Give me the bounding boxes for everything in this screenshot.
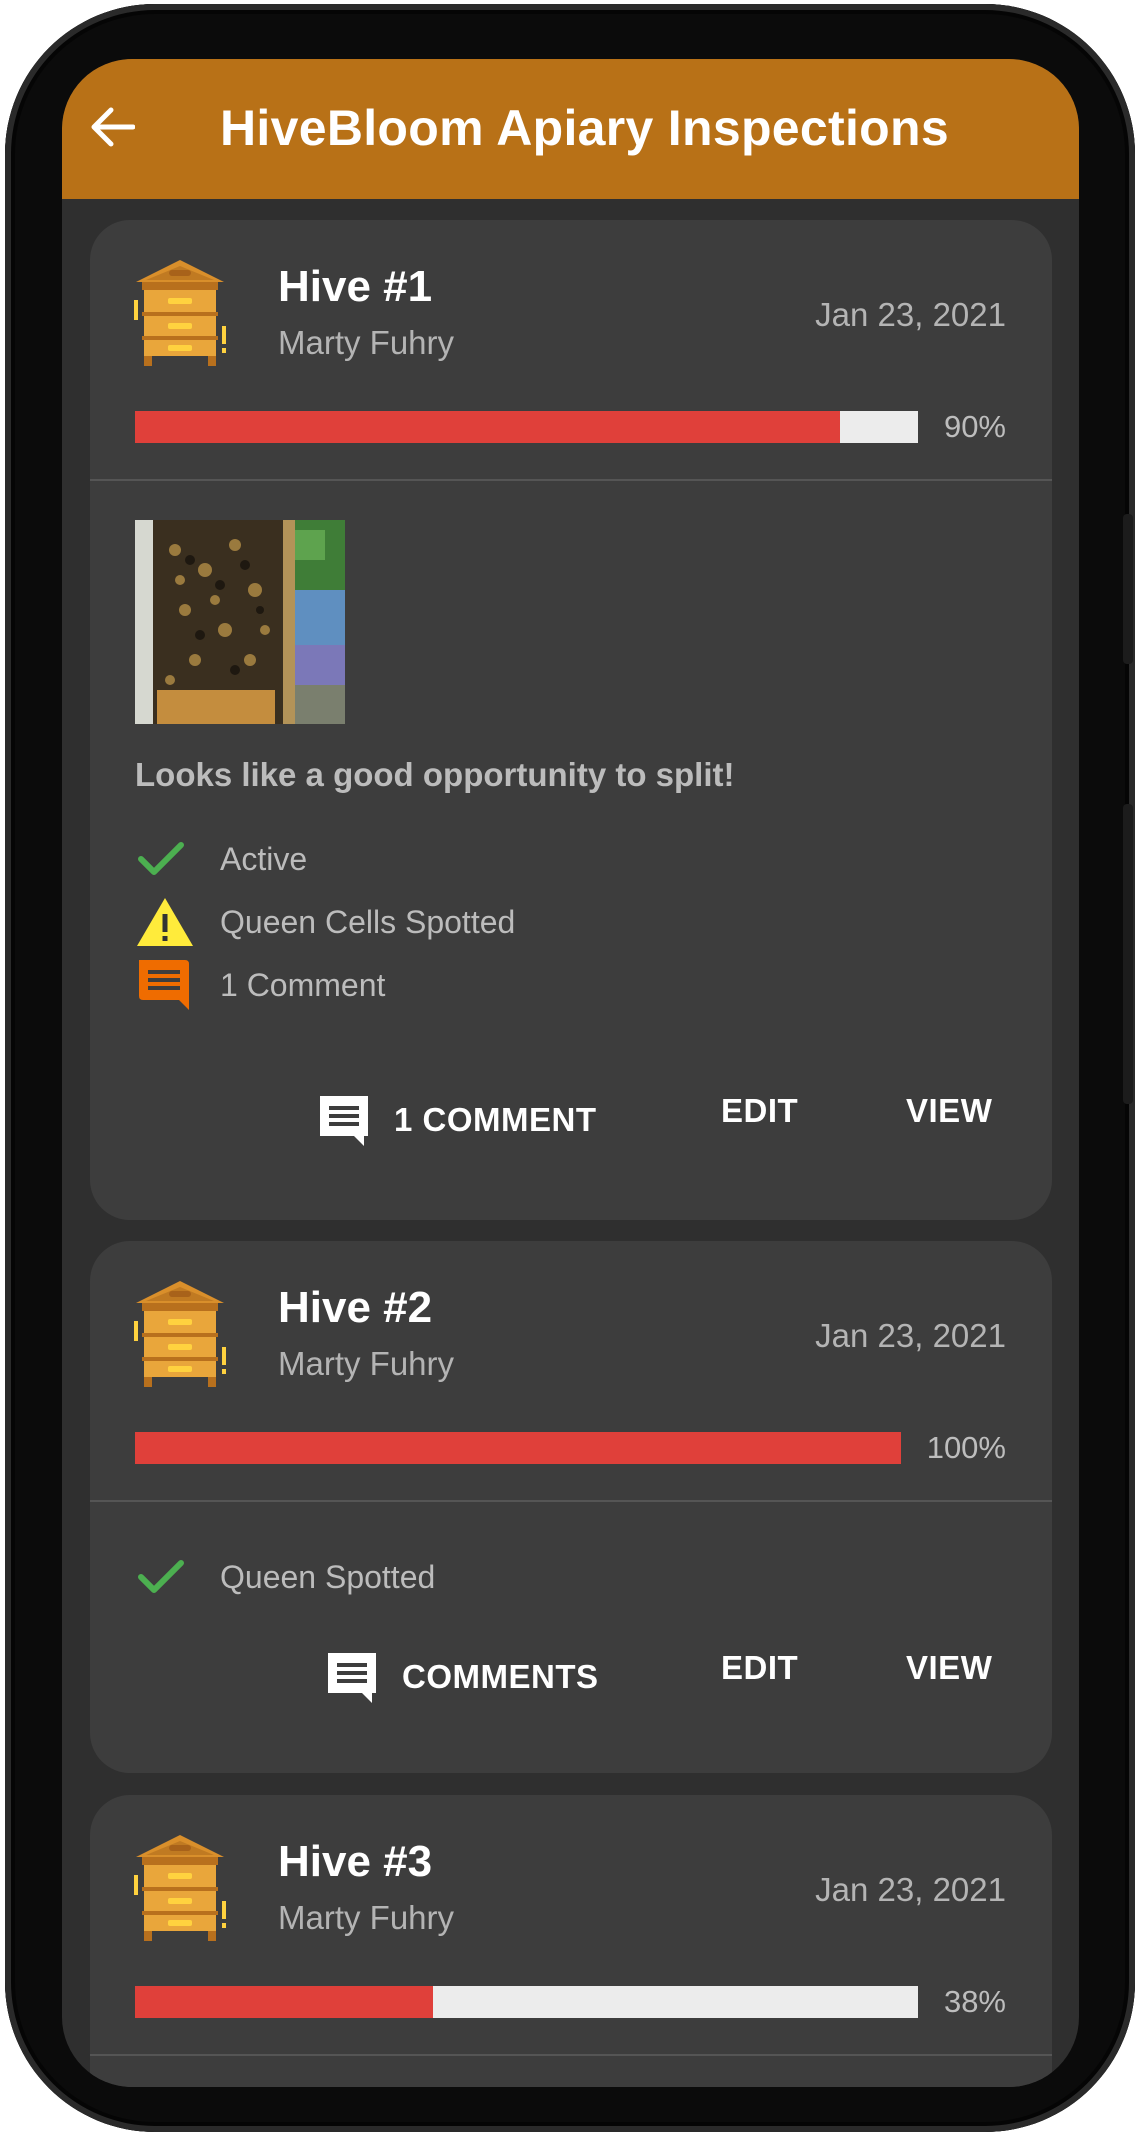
divider	[90, 1500, 1052, 1502]
page-title: HiveBloom Apiary Inspections	[220, 100, 949, 156]
progress-bar	[135, 1986, 918, 2018]
divider	[90, 2054, 1052, 2056]
status-label: Active	[220, 840, 308, 877]
status-label: 1 Comment	[220, 966, 386, 1003]
comments-button-label: 1 COMMENT	[394, 1101, 597, 1138]
status-queen-cells: Queen Cells Spotted	[135, 896, 515, 948]
beehive-icon	[134, 1281, 226, 1389]
edit-button[interactable]: EDIT	[721, 1649, 798, 1687]
progress-fill	[135, 1986, 433, 2018]
hive-name: Hive #2	[278, 1283, 433, 1332]
progress-label: 90%	[943, 409, 1006, 444]
inspection-card-hive-1[interactable]: Hive #1 Marty Fuhry Jan 23, 2021 90% Loo…	[90, 220, 1052, 1220]
volume-button	[1123, 514, 1133, 664]
edit-button[interactable]: EDIT	[721, 1092, 798, 1130]
view-button-label: VIEW	[906, 1092, 993, 1129]
power-button	[1123, 804, 1133, 1104]
inspection-note: Looks like a good opportunity to split!	[135, 756, 735, 793]
arrow-left-icon	[91, 107, 135, 147]
divider	[90, 479, 1052, 481]
progress-bar	[135, 1432, 901, 1464]
back-button[interactable]	[82, 97, 142, 157]
check-icon	[138, 842, 184, 875]
edit-button-label: EDIT	[721, 1092, 799, 1129]
progress-label: 100%	[926, 1430, 1006, 1465]
hive-owner: Marty Fuhry	[278, 1345, 455, 1382]
inspection-date: Jan 23, 2021	[815, 1317, 1006, 1354]
comments-button[interactable]: COMMENTS	[324, 1649, 599, 1705]
phone-frame: HiveBloom Apiary Inspections Hive #1 Mar…	[5, 4, 1135, 2132]
beehive-icon	[134, 260, 226, 368]
comment-icon	[324, 1649, 380, 1705]
progress-label: 38%	[943, 1984, 1006, 2019]
comment-icon	[316, 1092, 372, 1148]
comments-button[interactable]: 1 COMMENT	[316, 1092, 597, 1148]
status-active: Active	[135, 833, 307, 885]
hive-owner: Marty Fuhry	[278, 1899, 455, 1936]
progress-fill	[135, 1432, 901, 1464]
status-label: Queen Spotted	[220, 1558, 436, 1595]
edit-button-label: EDIT	[721, 1649, 799, 1686]
view-button[interactable]: VIEW	[906, 1649, 992, 1687]
inspection-date: Jan 23, 2021	[815, 296, 1006, 333]
status-queen-spotted: Queen Spotted	[135, 1551, 435, 1603]
hive-photo[interactable]	[135, 520, 345, 724]
app-screen: HiveBloom Apiary Inspections Hive #1 Mar…	[62, 59, 1079, 2087]
progress-fill	[135, 411, 840, 443]
status-label: Queen Cells Spotted	[220, 903, 516, 940]
app-bar: HiveBloom Apiary Inspections	[62, 59, 1079, 199]
inspection-card-hive-2[interactable]: Hive #2 Marty Fuhry Jan 23, 2021 100% Qu…	[90, 1241, 1052, 1773]
hive-name: Hive #3	[278, 1837, 433, 1886]
check-icon	[138, 1560, 184, 1593]
frame-of-bees-photo	[135, 520, 345, 724]
comments-button-label: COMMENTS	[402, 1658, 599, 1695]
warning-icon	[137, 898, 193, 946]
beehive-icon	[134, 1835, 226, 1943]
hive-name: Hive #1	[278, 262, 433, 311]
view-button-label: VIEW	[906, 1649, 993, 1686]
hive-owner: Marty Fuhry	[278, 324, 455, 361]
view-button[interactable]: VIEW	[906, 1092, 992, 1130]
progress-bar	[135, 411, 918, 443]
comment-icon	[139, 960, 189, 1010]
inspection-date: Jan 23, 2021	[815, 1871, 1006, 1908]
inspection-card-hive-3[interactable]: Hive #3 Marty Fuhry Jan 23, 2021 38%	[90, 1795, 1052, 2087]
status-comments: 1 Comment	[135, 959, 385, 1011]
